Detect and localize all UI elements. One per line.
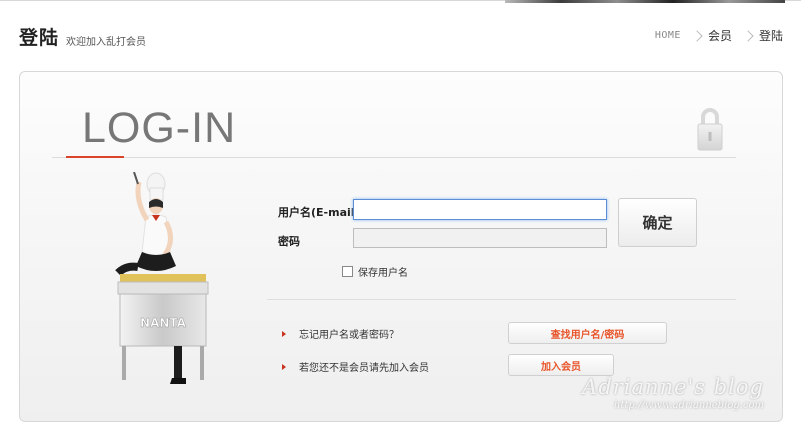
forgot-credentials-text: 忘记用户名或者密码？ xyxy=(299,330,399,341)
page-title: 登陆 xyxy=(19,27,60,49)
blog-watermark: Adrianne's blog http://www.adrianneblog.… xyxy=(582,375,764,411)
chevron-right-icon xyxy=(742,29,754,42)
remember-username-label: 保存用户名 xyxy=(358,268,408,279)
breadcrumb-current: 登陆 xyxy=(758,29,783,43)
find-credentials-button[interactable]: 查找用户名/密码 xyxy=(508,322,667,344)
mascot-sign-text: NANTA xyxy=(140,316,187,330)
confirm-login-button[interactable]: 确定 xyxy=(618,198,697,247)
arrow-right-icon xyxy=(282,330,286,337)
breadcrumb-home-link[interactable]: HOME xyxy=(655,30,681,41)
breadcrumb: HOME 会员 登陆 xyxy=(655,27,783,44)
remember-username-option[interactable]: 保存用户名 xyxy=(342,264,408,279)
arrow-right-icon xyxy=(282,363,286,370)
username-label: 用户名(E-mail) xyxy=(278,206,360,219)
watermark-url: http://www.adrianneblog.com xyxy=(613,400,764,411)
join-member-button[interactable]: 加入会员 xyxy=(508,354,614,376)
top-image-strip xyxy=(505,0,785,3)
login-heading: LOG-IN xyxy=(82,104,237,152)
forgot-credentials-row: 忘记用户名或者密码？ xyxy=(282,326,399,341)
remember-username-checkbox[interactable] xyxy=(342,266,353,277)
join-member-text: 若您还不是会员请先加入会员 xyxy=(299,363,429,374)
login-panel: LOG-IN NANTA 用户名(E-mail) 密码 确定 保存用户名 忘记用… xyxy=(19,71,783,422)
form-divider xyxy=(267,299,736,300)
chef-mascot-illustration: NANTA xyxy=(115,172,209,384)
username-input[interactable] xyxy=(353,199,607,220)
lock-icon xyxy=(697,108,723,151)
page-subtitle: 欢迎加入乱打会员 xyxy=(66,37,146,48)
watermark-title: Adrianne's blog xyxy=(582,375,764,399)
password-input[interactable] xyxy=(353,228,607,248)
breadcrumb-member-link[interactable]: 会员 xyxy=(708,27,732,44)
join-member-row: 若您还不是会员请先加入会员 xyxy=(282,359,429,374)
heading-divider xyxy=(52,157,736,158)
heading-accent-bar xyxy=(66,156,124,158)
chevron-right-icon xyxy=(691,29,703,42)
password-label: 密码 xyxy=(278,235,300,248)
